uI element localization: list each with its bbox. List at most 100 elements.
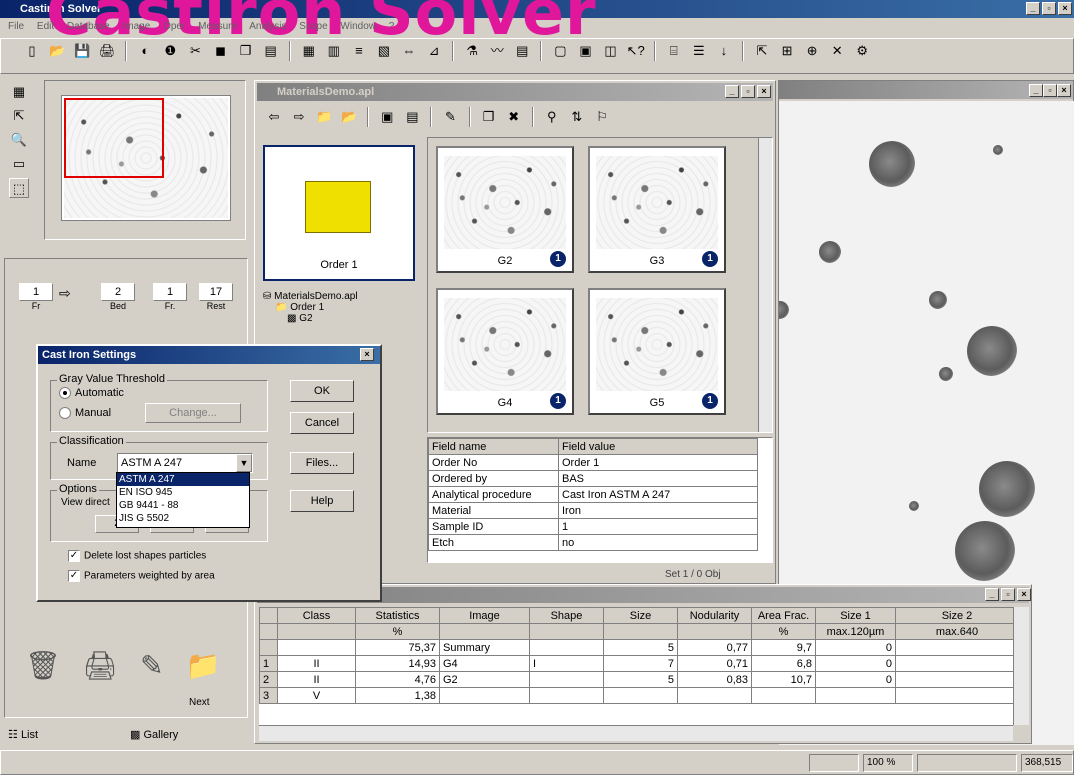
delete-shapes-checkbox[interactable]: ✓ Delete lost shapes particles bbox=[68, 550, 206, 562]
settings-icon[interactable]: ⚙ bbox=[852, 41, 872, 61]
compare-icon[interactable]: ◫ bbox=[601, 41, 621, 61]
save-icon[interactable]: 💾 bbox=[72, 41, 92, 61]
export-image-icon[interactable]: ⇱ bbox=[9, 106, 29, 126]
table-icon[interactable]: ▥ bbox=[324, 41, 344, 61]
column-header[interactable]: Nodularity bbox=[677, 607, 752, 624]
tools-icon[interactable]: ✂ bbox=[185, 41, 205, 61]
close-button[interactable]: × bbox=[1058, 2, 1072, 15]
maximize-button[interactable]: ▫ bbox=[1042, 2, 1056, 15]
print-icon[interactable]: 🖨 bbox=[97, 41, 117, 61]
prop-row[interactable]: Order No Order 1 bbox=[428, 454, 758, 471]
list-icon[interactable]: ☰ bbox=[689, 41, 709, 61]
table-row[interactable]: 1 II 14,93 G4 I 7 0,71 6,8 0 bbox=[259, 655, 1013, 672]
navigator-overview[interactable] bbox=[61, 95, 231, 221]
menu-measure[interactable]: Measure bbox=[198, 21, 237, 32]
zoom-icon[interactable]: ⊕ bbox=[802, 41, 822, 61]
column-header[interactable]: Class bbox=[277, 607, 356, 624]
magnifier-icon[interactable]: 🔍 bbox=[9, 130, 29, 150]
copy-icon[interactable]: ❐ bbox=[236, 41, 256, 61]
prop-row[interactable]: Etch no bbox=[428, 534, 758, 551]
new-icon[interactable]: ▯ bbox=[22, 41, 42, 61]
materials-minimize-button[interactable]: _ bbox=[725, 85, 739, 98]
up-folder-icon[interactable]: 📁 bbox=[314, 107, 334, 127]
info-badge-icon[interactable]: 1 bbox=[702, 251, 718, 267]
table-row[interactable]: 3 V 1,38 bbox=[259, 687, 1013, 704]
results-close-button[interactable]: × bbox=[1017, 588, 1031, 601]
export-icon[interactable]: ⇱ bbox=[752, 41, 772, 61]
menu-window[interactable]: Window bbox=[340, 21, 376, 32]
chart-icon[interactable]: ⊿ bbox=[424, 41, 444, 61]
back-icon[interactable]: ⇦ bbox=[264, 107, 284, 127]
viewport-rectangle[interactable] bbox=[64, 98, 164, 178]
menu-scope[interactable]: Scope bbox=[299, 21, 327, 32]
folder-icon[interactable]: 📁 bbox=[186, 650, 243, 681]
tree-child[interactable]: ▩ G2 bbox=[263, 313, 423, 324]
help-button[interactable]: Help bbox=[290, 490, 354, 512]
dialog-close-button[interactable]: × bbox=[360, 348, 374, 361]
column-header[interactable]: Size bbox=[603, 607, 678, 624]
copy-image-icon[interactable]: ❐ bbox=[479, 107, 499, 127]
counter-second[interactable]: 2 Bed bbox=[101, 283, 135, 311]
folder-preview[interactable]: Order 1 bbox=[263, 145, 415, 281]
table-row[interactable]: 75,37 Summary 5 0,77 9,7 0 bbox=[259, 639, 1013, 656]
prop-row[interactable]: Material Iron bbox=[428, 502, 758, 519]
automatic-radio[interactable]: Automatic bbox=[59, 387, 124, 400]
column-header[interactable]: Image bbox=[439, 607, 530, 624]
report-icon[interactable]: ▤ bbox=[512, 41, 532, 61]
weighted-area-checkbox[interactable]: ✓ Parameters weighted by area bbox=[68, 570, 215, 582]
column-header[interactable]: Size 1 bbox=[815, 607, 896, 624]
properties-icon[interactable]: ✎ bbox=[441, 107, 461, 127]
change-button[interactable]: Change... bbox=[145, 403, 241, 423]
viewer-close-button[interactable]: × bbox=[1057, 84, 1071, 97]
tree-root[interactable]: ⛁ MaterialsDemo.apl bbox=[263, 291, 423, 302]
select-icon[interactable]: ⬚ bbox=[9, 178, 29, 198]
download-icon[interactable]: ↓ bbox=[714, 41, 734, 61]
materials-maximize-button[interactable]: ▫ bbox=[741, 85, 755, 98]
prop-row[interactable]: Ordered by BAS bbox=[428, 470, 758, 487]
materials-close-button[interactable]: × bbox=[757, 85, 771, 98]
thumbnail-g3[interactable]: G3 1 bbox=[588, 146, 726, 273]
classification-select[interactable]: ASTM A 247 ▼ bbox=[117, 453, 253, 473]
menu-analysis[interactable]: Analysis bbox=[249, 21, 286, 32]
field-name-header[interactable]: Field name bbox=[428, 438, 559, 455]
dropdown-option[interactable]: ASTM A 247 bbox=[117, 473, 249, 486]
tab-list[interactable]: ☷ List bbox=[8, 726, 98, 744]
menu-image[interactable]: Image bbox=[123, 21, 151, 32]
grid-view-icon[interactable]: ▦ bbox=[9, 82, 29, 102]
thumbnail-g4[interactable]: G4 1 bbox=[436, 288, 574, 415]
thumbnail-scrollbar[interactable] bbox=[758, 138, 772, 432]
column-header[interactable]: Size 2 bbox=[895, 607, 1013, 624]
frame-icon[interactable]: ▢ bbox=[550, 41, 570, 61]
next-label[interactable]: Next bbox=[189, 697, 210, 708]
help-pointer-icon[interactable]: ↖? bbox=[626, 41, 646, 61]
open-icon[interactable]: 📂 bbox=[47, 41, 67, 61]
info-icon[interactable]: ❶ bbox=[160, 41, 180, 61]
prop-row[interactable]: Sample ID 1 bbox=[428, 518, 758, 535]
dropdown-option[interactable]: JIS G 5502 bbox=[117, 512, 249, 525]
tree-order[interactable]: 📁 Order 1 bbox=[263, 302, 423, 313]
menu-file[interactable]: File bbox=[8, 21, 24, 32]
files-button[interactable]: Files... bbox=[290, 452, 354, 474]
minimize-button[interactable]: _ bbox=[1026, 2, 1040, 15]
results-minimize-button[interactable]: _ bbox=[985, 588, 999, 601]
viewer-minimize-button[interactable]: _ bbox=[1029, 84, 1043, 97]
thumbnail-g5[interactable]: G5 1 bbox=[588, 288, 726, 415]
info-badge-icon[interactable]: 1 bbox=[550, 393, 566, 409]
delete-image-icon[interactable]: ✖ bbox=[504, 107, 524, 127]
open-folder-icon[interactable]: 📂 bbox=[339, 107, 359, 127]
grid-icon[interactable]: ▦ bbox=[299, 41, 319, 61]
cancel-button[interactable]: Cancel bbox=[290, 412, 354, 434]
field-value-header[interactable]: Field value bbox=[558, 438, 758, 455]
cut-icon[interactable]: ✕ bbox=[827, 41, 847, 61]
dropdown-option[interactable]: EN ISO 945 bbox=[117, 486, 249, 499]
acquire-icon[interactable]: ◐ bbox=[135, 41, 155, 61]
printer-icon[interactable]: 🖨 bbox=[83, 650, 141, 681]
counter-third[interactable]: 1 Fr. bbox=[153, 283, 187, 311]
menu-oper[interactable]: Oper bbox=[163, 21, 185, 32]
ok-button[interactable]: OK bbox=[290, 380, 354, 402]
table-row[interactable]: 2 II 4,76 G2 5 0,83 10,7 0 bbox=[259, 671, 1013, 688]
menu-help[interactable]: ? bbox=[389, 21, 395, 32]
viewer-maximize-button[interactable]: ▫ bbox=[1043, 84, 1057, 97]
dropdown-option[interactable]: GB 9441 - 88 bbox=[117, 499, 249, 512]
display-icon[interactable]: ◼ bbox=[211, 41, 231, 61]
